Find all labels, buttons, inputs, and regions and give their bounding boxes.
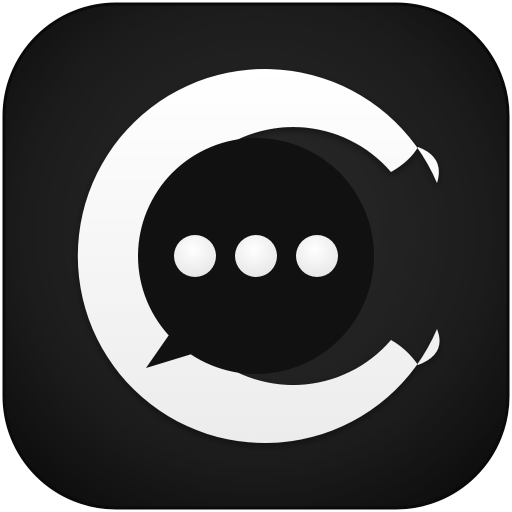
app-icon-canvas [0,0,512,512]
dot-3 [296,235,338,277]
chat-app-icon[interactable] [0,0,512,512]
dot-1 [174,235,216,277]
typing-dots-icon [174,235,338,277]
dot-2 [235,235,277,277]
